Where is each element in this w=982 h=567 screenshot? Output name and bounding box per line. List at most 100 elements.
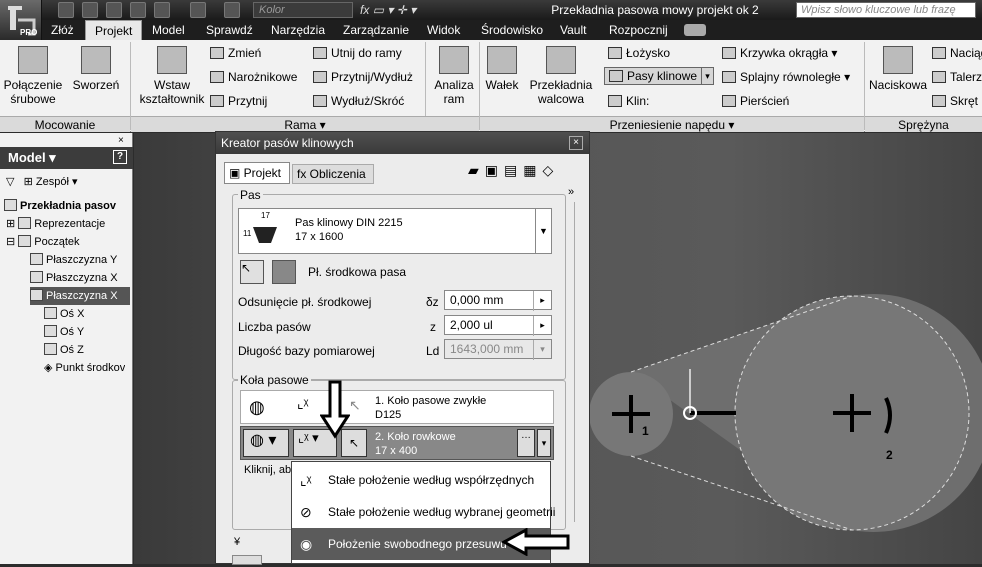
- expand-down-icon[interactable]: ¥: [234, 536, 240, 548]
- chevron-down-icon[interactable]: ▾: [537, 429, 551, 457]
- pin-button[interactable]: Sworzeń: [68, 46, 124, 92]
- dialog-toolbar[interactable]: ▰▣▤▦◇: [468, 162, 580, 182]
- filter-icon[interactable]: ▽: [6, 176, 14, 188]
- offset-label: Odsunięcie pł. środkowej: [238, 295, 372, 309]
- datum-length-input: 1643,000 mm ▾: [444, 339, 552, 360]
- belt-selector[interactable]: 17 11 Pas klinowy DIN 2215 17 x 1600 ▼: [238, 208, 552, 254]
- tab-narzedzia[interactable]: Narzędzia: [262, 20, 334, 40]
- select-icon[interactable]: [224, 2, 240, 18]
- parallel-splines-button[interactable]: Splajny równoległe ▾: [722, 69, 850, 87]
- expand-icon[interactable]: »: [568, 186, 574, 198]
- color-dropdown[interactable]: Kolor: [253, 2, 353, 18]
- select-plane-button[interactable]: ↖: [240, 260, 264, 284]
- help-icon[interactable]: ?: [113, 150, 127, 164]
- tab-vault[interactable]: Vault: [551, 20, 595, 40]
- tree-item-representations[interactable]: ⊞ Reprezentacje: [6, 215, 105, 233]
- panel-title-naped[interactable]: Przeniesienie napędu ▾: [480, 116, 864, 132]
- tab-zloz[interactable]: Złóż: [42, 20, 83, 40]
- tab-rozpocznij[interactable]: Rozpocznij: [600, 20, 677, 40]
- new-icon[interactable]: [58, 2, 74, 18]
- more-options-button[interactable]: …: [517, 429, 535, 457]
- ribbon-options-icon[interactable]: [684, 24, 706, 36]
- trim-to-frame-button[interactable]: Utnij do ramy: [313, 45, 402, 63]
- tree-item-x-axis[interactable]: Oś X: [44, 305, 84, 323]
- panel-title-rama[interactable]: Rama ▾: [131, 116, 479, 132]
- pulley-row-1[interactable]: ◍ ⌞ᵡ ↖ 1. Koło pasowe zwykłe D125: [240, 390, 554, 424]
- belt-count-input[interactable]: 2,000 ul ▸: [444, 315, 552, 336]
- undo-icon[interactable]: [130, 2, 146, 18]
- ribbon: Połączenie śrubowe Sworzeń Mocowanie Wst…: [0, 40, 982, 132]
- tab-sprawdz[interactable]: Sprawdź: [197, 20, 262, 40]
- tree-item-yz-plane[interactable]: Płaszczyzna Y: [30, 251, 117, 269]
- insert-frame-button[interactable]: Wstaw kształtownik: [136, 46, 208, 106]
- bolt-icon: [18, 46, 48, 74]
- chevron-down-icon[interactable]: ▾: [701, 68, 713, 84]
- tab-srodowisko[interactable]: Środowisko: [472, 20, 552, 40]
- menu-item-fixed-coordinates[interactable]: ⌞ᵡ Stałe położenie według współrzędnych: [292, 464, 550, 496]
- tree-root[interactable]: Przekładnia pasov: [4, 197, 116, 215]
- notch-button[interactable]: Przytnij: [210, 93, 267, 111]
- pulleys-group-title: Koła pasowe: [238, 372, 311, 388]
- browser-header[interactable]: Model ▾?: [0, 147, 133, 169]
- datum-length-label: Długość bazy pomiarowej: [238, 344, 375, 358]
- chevron-down-icon: ▾: [533, 340, 551, 360]
- search-input[interactable]: Wpisz słowo kluczowe lub frazę: [796, 2, 976, 18]
- tree-item-xz-plane[interactable]: Płaszczyzna X: [30, 269, 118, 287]
- cursor-icon: ↖: [241, 261, 252, 275]
- app-badge: PRO: [20, 28, 38, 37]
- bolted-connection-button[interactable]: Połączenie śrubowe: [2, 46, 64, 106]
- chevron-down-icon[interactable]: ▼: [535, 209, 551, 253]
- torsion-spring-button[interactable]: Skręt: [932, 93, 978, 111]
- spur-gear-button[interactable]: Przekładnia walcowa: [526, 46, 596, 106]
- shaft-button[interactable]: Wałek: [482, 46, 522, 92]
- tab-obliczenia[interactable]: fx Obliczenia: [292, 164, 374, 184]
- notch-icon: [210, 95, 224, 107]
- tab-projekt[interactable]: ▣ Projekt: [224, 162, 290, 184]
- update-icon[interactable]: [190, 2, 206, 18]
- save-icon[interactable]: [106, 2, 122, 18]
- redo-icon[interactable]: [154, 2, 170, 18]
- axis-icon: [44, 307, 57, 319]
- tree-item-xy-plane[interactable]: Płaszczyzna X: [30, 287, 130, 305]
- tree-item-origin[interactable]: ⊟ Początek: [6, 233, 80, 251]
- application-menu-button[interactable]: PRO: [0, 0, 42, 40]
- geometry-icon: ⊘: [300, 504, 312, 520]
- extension-spring-button[interactable]: Naciąg: [932, 45, 982, 63]
- lengthen-shorten-button[interactable]: Wydłuż/Skróć: [313, 93, 404, 111]
- tab-model[interactable]: Model: [143, 20, 194, 40]
- tab-widok[interactable]: Widok: [418, 20, 469, 40]
- belleville-spring-button[interactable]: Talerz: [932, 69, 982, 87]
- miter-button[interactable]: Narożnikowe: [210, 69, 297, 87]
- disc-cam-button[interactable]: Krzywka okrągła ▾: [722, 45, 837, 63]
- tab-projekt[interactable]: Projekt: [85, 20, 143, 40]
- flip-plane-button[interactable]: [272, 260, 296, 284]
- key-icon: [608, 95, 622, 107]
- assembly-icon: [4, 199, 17, 211]
- chevron-right-icon[interactable]: ▸: [533, 316, 551, 336]
- tab-zarzadzanie[interactable]: Zarządzanie: [334, 20, 418, 40]
- v-belts-button[interactable]: Pasy klinowe ▾: [604, 67, 714, 85]
- offset-input[interactable]: 0,000 mm ▸: [444, 290, 552, 311]
- fx-icon[interactable]: fx ▭ ▾ ✛ ▾: [360, 2, 450, 18]
- chevron-right-icon[interactable]: ▸: [533, 291, 551, 311]
- menu-item-fixed-geometry[interactable]: ⊘ Stałe położenie według wybranej geometr…: [292, 496, 555, 528]
- panel-title-mocowanie: Mocowanie: [0, 116, 130, 132]
- bearing-icon: [608, 47, 622, 59]
- frame-analysis-button[interactable]: Analiza ram: [430, 46, 478, 106]
- key-button[interactable]: Klin:: [608, 93, 649, 111]
- close-icon[interactable]: ×: [569, 136, 583, 150]
- close-icon[interactable]: ×: [118, 135, 124, 146]
- bearing-button[interactable]: Łożysko: [608, 45, 670, 63]
- trim-extend-button[interactable]: Przytnij/Wydłuż: [313, 69, 413, 87]
- change-button[interactable]: Zmień: [210, 45, 261, 63]
- assembly-view-icon[interactable]: ⊞: [24, 176, 33, 188]
- compression-spring-button[interactable]: Naciskowa: [866, 46, 930, 92]
- tree-item-z-axis[interactable]: Oś Z: [44, 341, 84, 359]
- retaining-ring-button[interactable]: Pierścień: [722, 93, 789, 111]
- pulley-row-2[interactable]: ◍ ▾ ⌞ᵡ ▾ ↖ 2. Koło rowkowe 17 x 400 … ▾: [240, 426, 554, 460]
- pulley-icon[interactable]: ◍ ▾: [243, 429, 289, 457]
- open-icon[interactable]: [82, 2, 98, 18]
- tree-item-center-point[interactable]: ◈ Punkt środkov: [44, 359, 125, 377]
- tree-item-y-axis[interactable]: Oś Y: [44, 323, 84, 341]
- scrollbar[interactable]: [574, 202, 584, 522]
